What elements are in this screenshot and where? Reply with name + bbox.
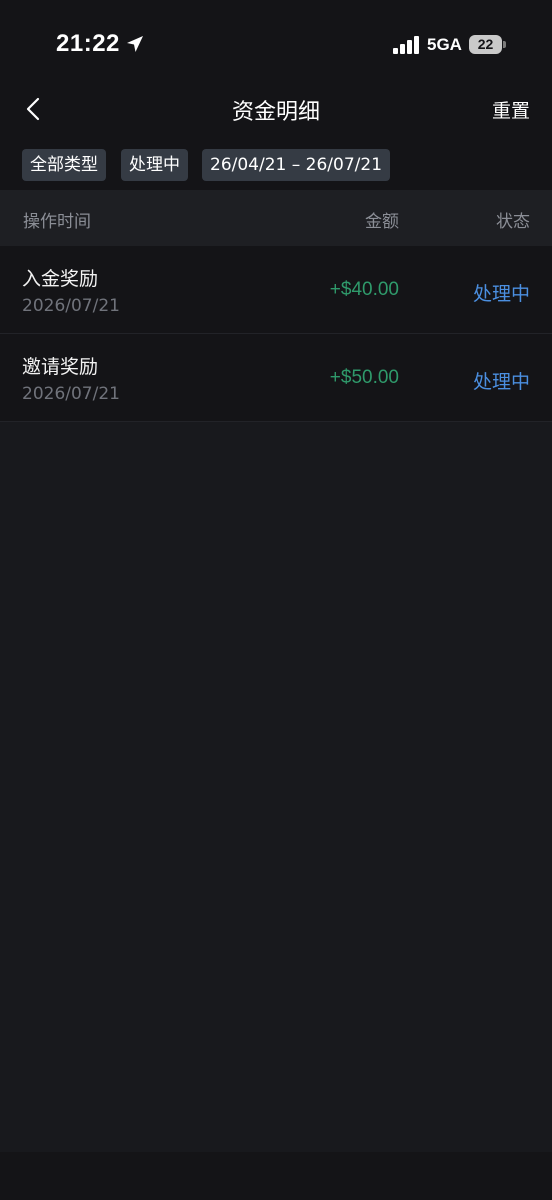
table-row[interactable]: 入金奖励 2026/07/21 +$40.00 处理中 [0, 246, 552, 334]
row-amount: +$40.00 [329, 279, 399, 300]
signal-icon [393, 36, 419, 54]
column-header-status: 状态 [496, 212, 530, 232]
row-amount: +$50.00 [329, 367, 399, 388]
table-row[interactable]: 邀请奖励 2026/07/21 +$50.00 处理中 [0, 334, 552, 422]
column-header-time: 操作时间 [23, 212, 91, 232]
row-date: 2026/07/21 [22, 296, 120, 316]
transaction-list: 入金奖励 2026/07/21 +$40.00 处理中 邀请奖励 2026/07… [0, 246, 552, 422]
bottom-bar [0, 1152, 552, 1200]
status-time: 21:22 [56, 30, 120, 57]
row-date: 2026/07/21 [22, 384, 120, 404]
page-title: 资金明细 [231, 100, 320, 125]
row-title: 入金奖励 [22, 268, 99, 290]
column-header-amount: 金额 [365, 212, 399, 232]
battery-icon: 22 [469, 35, 502, 54]
row-title: 邀请奖励 [22, 356, 99, 378]
filter-date-range-chip[interactable]: 26/04/21 – 26/07/21 [202, 149, 391, 181]
table-header: 操作时间 金额 状态 [0, 190, 552, 246]
reset-button[interactable]: 重置 [492, 96, 530, 123]
battery-tip [503, 41, 506, 48]
location-arrow-icon [127, 36, 143, 52]
filter-status-chip[interactable]: 处理中 [121, 149, 188, 181]
network-type: 5GA [427, 35, 462, 54]
row-status[interactable]: 处理中 [473, 279, 530, 306]
row-status[interactable]: 处理中 [473, 367, 530, 394]
status-bar: 21:22 5GA 22 [0, 0, 552, 90]
filter-row: 全部类型 处理中 26/04/21 – 26/07/21 [0, 140, 552, 190]
filter-type-chip[interactable]: 全部类型 [22, 149, 106, 181]
nav-bar: 资金明细 重置 [0, 90, 552, 140]
